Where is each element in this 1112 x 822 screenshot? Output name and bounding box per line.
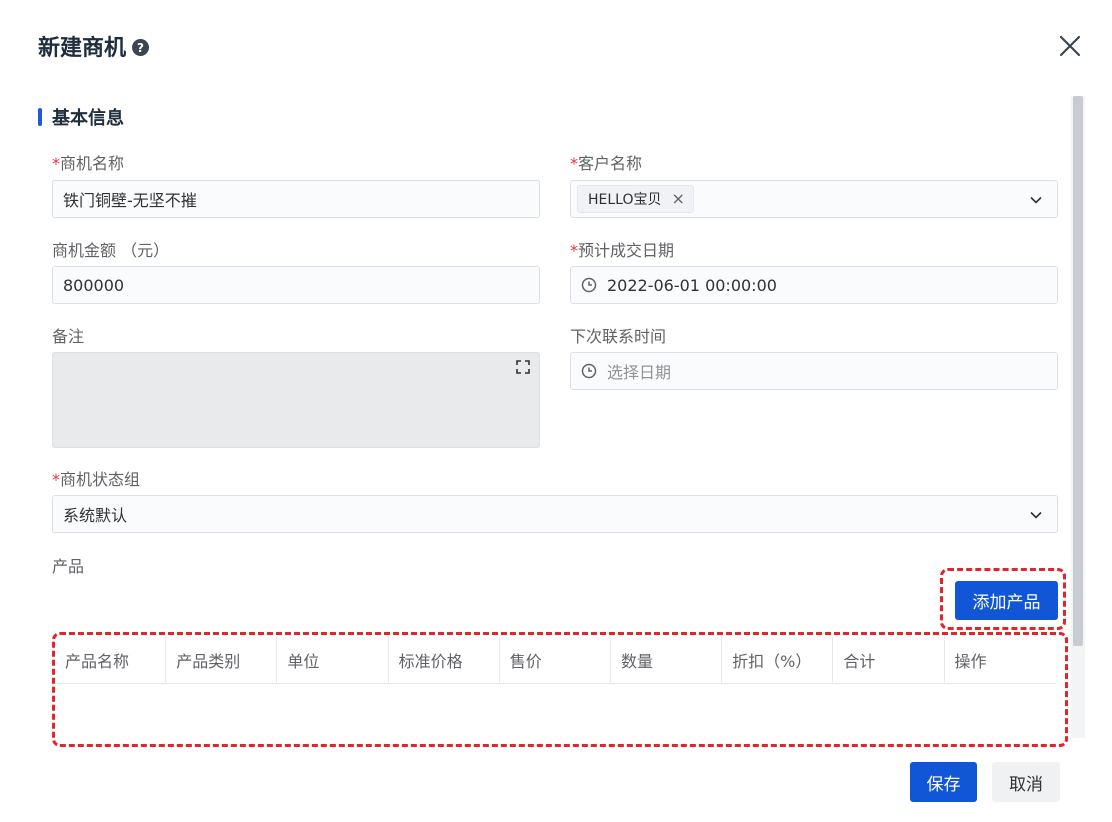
opportunity-name-input[interactable]: 铁门铜壁-无坚不摧: [52, 180, 540, 218]
dialog-title: 新建商机 ?: [38, 30, 150, 62]
add-product-button[interactable]: 添加产品: [955, 581, 1058, 620]
scrollbar-thumb[interactable]: [1073, 96, 1083, 646]
table-header: 产品名称 产品类别 单位 标准价格 售价 数量 折扣（%） 合计 操作: [55, 636, 1056, 684]
dialog-title-text: 新建商机: [38, 36, 127, 61]
column-header: 折扣（%）: [722, 636, 834, 684]
expected-date-picker[interactable]: 2022-06-01 00:00:00: [570, 266, 1058, 304]
chevron-down-icon: [1030, 196, 1042, 204]
column-header: 产品类别: [166, 636, 278, 684]
next-contact-placeholder: 选择日期: [607, 363, 672, 382]
section-title-text: 基本信息: [52, 108, 124, 129]
customer-name-select[interactable]: HELLO宝贝 ×: [570, 180, 1058, 218]
cancel-button[interactable]: 取消: [992, 762, 1060, 802]
expected-date-label-text: 预计成交日期: [578, 241, 675, 260]
status-group-label-text: 商机状态组: [60, 470, 141, 489]
column-header: 操作: [954, 652, 987, 671]
opportunity-name-label: *商机名称: [52, 150, 124, 174]
remark-textarea[interactable]: [52, 352, 540, 448]
column-header: 产品名称: [55, 636, 167, 684]
customer-tag: HELLO宝贝 ×: [577, 185, 694, 213]
close-icon[interactable]: [1058, 34, 1082, 58]
opportunity-name-value: 铁门铜壁-无坚不摧: [63, 191, 197, 210]
section-accent-bar: [38, 108, 42, 126]
column-header: 标准价格: [389, 636, 500, 684]
clock-icon: [581, 277, 597, 293]
expected-date-label: *预计成交日期: [570, 237, 674, 261]
products-label: 产品: [52, 557, 85, 576]
amount-value: 800000: [63, 275, 125, 295]
clock-icon: [581, 363, 597, 379]
status-group-label: *商机状态组: [52, 466, 140, 490]
next-contact-date-picker[interactable]: 选择日期: [570, 352, 1058, 390]
column-header: 数量: [611, 636, 723, 684]
next-contact-label: 下次联系时间: [570, 327, 667, 346]
tag-close-icon[interactable]: ×: [672, 191, 685, 207]
opportunity-name-label-text: 商机名称: [60, 154, 125, 173]
product-table: 产品名称 产品类别 单位 标准价格 售价 数量 折扣（%） 合计 操作: [55, 636, 1056, 744]
save-button[interactable]: 保存: [910, 762, 977, 802]
expected-date-value: 2022-06-01 00:00:00: [607, 275, 777, 295]
customer-tag-text: HELLO宝贝: [588, 192, 662, 208]
status-group-value: 系统默认: [63, 506, 128, 525]
column-header: 合计: [833, 636, 945, 684]
required-mark: *: [570, 154, 578, 173]
amount-input[interactable]: 800000: [52, 266, 540, 304]
customer-name-label-text: 客户名称: [578, 154, 643, 173]
column-header: 单位: [277, 636, 389, 684]
amount-label: 商机金额 （元）: [52, 241, 170, 260]
column-header: 售价: [500, 636, 611, 684]
required-mark: *: [52, 470, 60, 489]
table-body-empty: [55, 684, 1056, 742]
remark-label: 备注: [52, 327, 85, 346]
help-icon[interactable]: ?: [132, 39, 150, 56]
status-group-select[interactable]: 系统默认: [52, 495, 1058, 533]
expand-icon[interactable]: [515, 359, 531, 375]
customer-name-label: *客户名称: [570, 150, 642, 174]
section-basic-info: 基本信息: [38, 104, 124, 130]
required-mark: *: [570, 241, 578, 260]
required-mark: *: [52, 154, 60, 173]
chevron-down-icon: [1030, 511, 1042, 519]
